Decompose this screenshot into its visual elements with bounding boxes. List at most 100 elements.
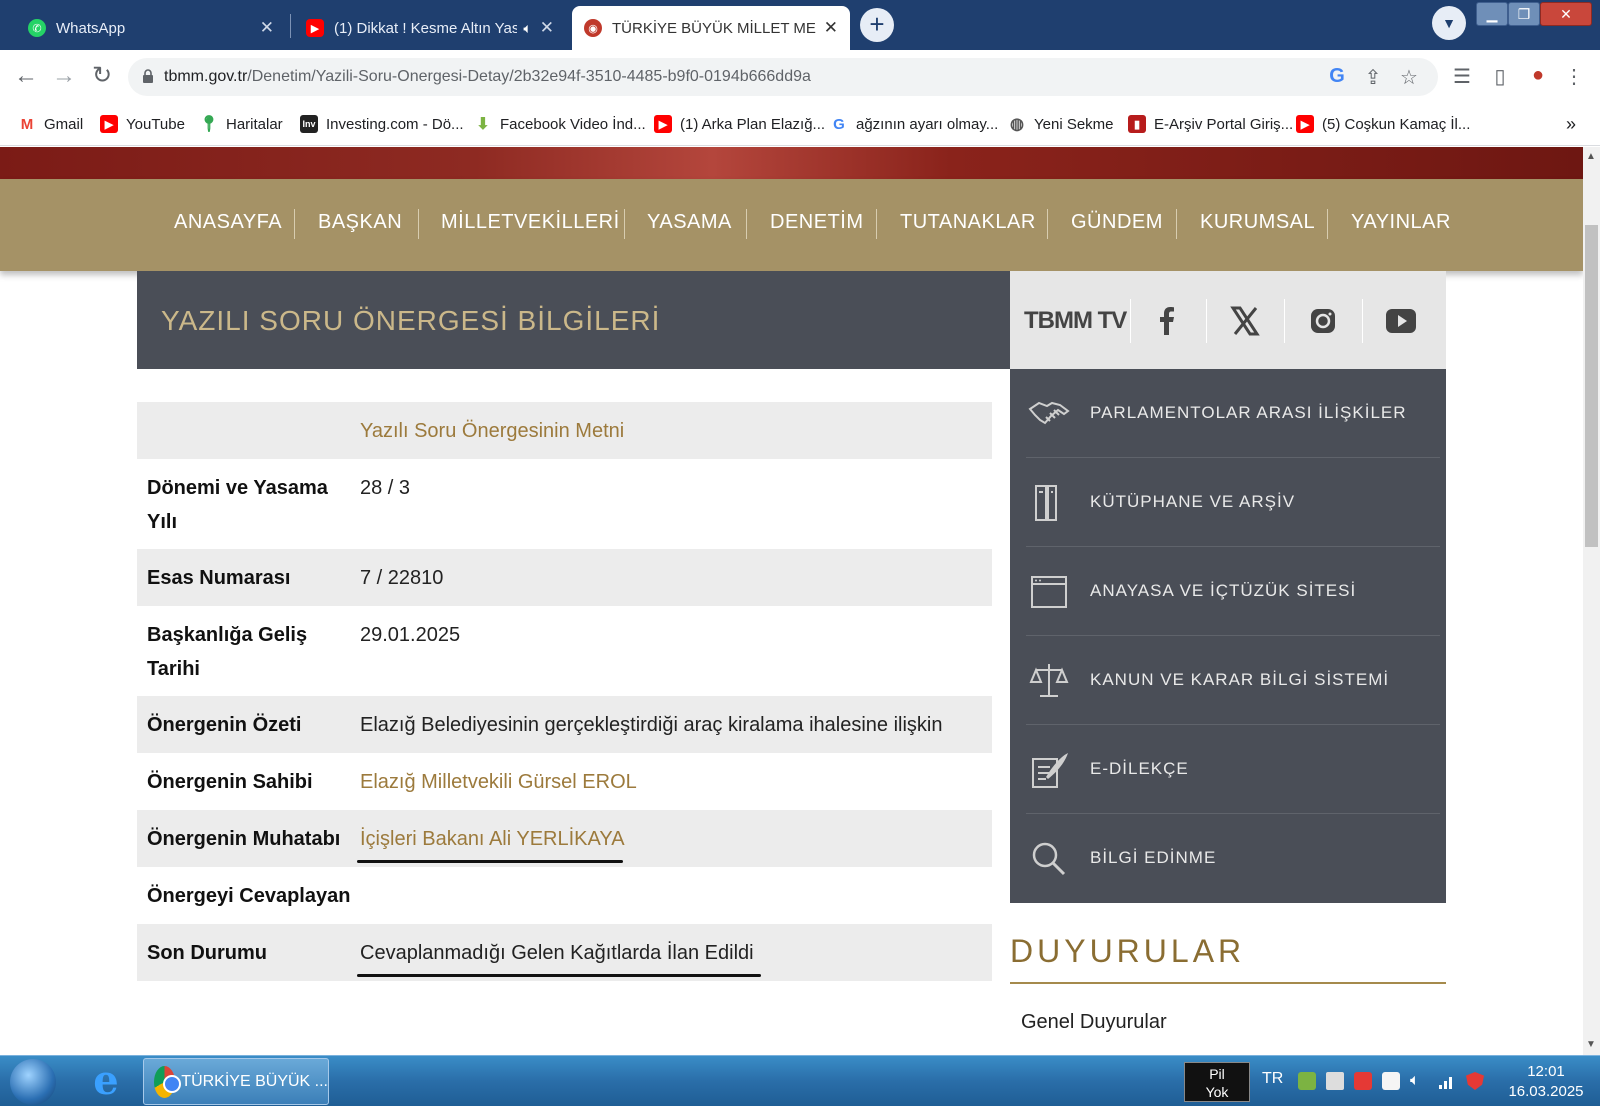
taskbar-window-label: TÜRKİYE BÜYÜK ... (181, 1072, 328, 1090)
link-kutuphane-arsiv[interactable]: KÜTÜPHANE VE ARŞİV (1026, 458, 1440, 547)
youtube-icon[interactable] (1381, 301, 1421, 341)
bookmark-coskun-kamac[interactable]: ▶ (5) Coşkun Kamaç İl... (1296, 112, 1470, 136)
address-bar[interactable]: tbmm.gov.tr/Denetim/Yazili-Soru-Onergesi… (128, 58, 1438, 96)
general-announcements-link[interactable]: Genel Duyurular (1021, 1011, 1167, 1034)
bookmark-label: E-Arşiv Portal Giriş... (1154, 115, 1294, 133)
share-icon[interactable]: ⇪ (1360, 65, 1386, 90)
nav-kurumsal[interactable]: KURUMSAL (1200, 211, 1315, 234)
tray-network-adapter-icon[interactable] (1326, 1072, 1344, 1090)
nav-separator (876, 209, 877, 239)
maps-icon: 📍︎ (198, 115, 220, 133)
bookmark-youtube[interactable]: ▶ YouTube (100, 112, 185, 136)
scroll-up-arrow[interactable]: ▲ (1586, 151, 1596, 162)
speaker-icon[interactable]: 🔈︎ (523, 20, 531, 37)
bookmark-label: ağzının ayarı olmay... (856, 115, 999, 133)
maximize-button[interactable]: ❐ (1508, 2, 1540, 26)
tray-antivirus-icon[interactable] (1354, 1072, 1372, 1090)
tab-tbmm[interactable]: ◉ TÜRKİYE BÜYÜK MİLLET MECLİSİ ✕ (572, 6, 850, 50)
bookmark-label: Facebook Video İnd... (500, 115, 646, 133)
x-icon[interactable] (1225, 301, 1265, 341)
nav-yayinlar[interactable]: YAYINLAR (1351, 211, 1451, 234)
announcements-divider (1010, 982, 1446, 984)
bookmark-label: (5) Coşkun Kamaç İl... (1322, 115, 1471, 133)
bookmark-earsiv[interactable]: ▮ E-Arşiv Portal Giriş... (1128, 112, 1293, 136)
language-indicator[interactable]: TR (1262, 1070, 1283, 1088)
minimize-button[interactable]: ▁ (1476, 2, 1508, 26)
bookmark-gmail[interactable]: M Gmail (18, 112, 83, 136)
shield-icon[interactable] (1466, 1072, 1484, 1090)
new-tab-button[interactable]: + (860, 8, 894, 42)
bookmark-facebook-video[interactable]: ⬇ Facebook Video İnd... (474, 112, 646, 136)
proposal-text-link[interactable]: Yazılı Soru Önergesinin Metni (360, 414, 624, 448)
scrollbar-thumb[interactable] (1585, 225, 1598, 547)
row-value: Elazığ Belediyesinin gerçekleştirdiği ar… (360, 714, 943, 736)
bookmark-label: YouTube (126, 115, 185, 133)
bookmark-label: Investing.com - Dö... (326, 115, 464, 133)
nav-baskan[interactable]: BAŞKAN (318, 211, 402, 234)
main-navigation: ANASAYFA BAŞKAN MİLLETVEKİLLERİ YASAMA D… (0, 179, 1583, 271)
table-row: Esas Numarası 7 / 22810 (137, 549, 992, 606)
nav-yasama[interactable]: YASAMA (647, 211, 732, 234)
proposal-addressee-link[interactable]: İçişleri Bakanı Ali YERLİKAYA (360, 822, 625, 856)
proposal-owner-link[interactable]: Elazığ Milletvekili Gürsel EROL (360, 765, 637, 799)
magnifier-icon (1032, 842, 1066, 876)
link-anayasa-ictuzuk[interactable]: ANAYASA VE İÇTÜZÜK SİTESİ (1026, 547, 1440, 636)
bookmark-haritalar[interactable]: 📍︎ Haritalar (198, 112, 283, 136)
link-kanun-karar[interactable]: KANUN VE KARAR BİLGİ SİSTEMİ (1026, 636, 1440, 725)
row-label: Son Durumu (147, 942, 267, 964)
bookmark-google-search[interactable]: Gağzının ayarı olmay... (830, 112, 998, 136)
tray-device-icon[interactable] (1382, 1072, 1400, 1090)
tray-app-icon[interactable] (1298, 1072, 1316, 1090)
reload-button[interactable]: ↻ (86, 60, 118, 92)
taskbar-chrome-window[interactable]: TÜRKİYE BÜYÜK ... (143, 1058, 329, 1105)
instagram-icon[interactable] (1303, 301, 1343, 341)
signal-icon[interactable] (1438, 1072, 1456, 1090)
forward-button[interactable]: → (48, 60, 80, 92)
tab-youtube-video[interactable]: ▶ (1) Dikkat ! Kesme Altın Yasal 🔈︎ ✕ (294, 6, 566, 50)
battery-status[interactable]: Pil Yok (1184, 1062, 1250, 1102)
page-scrollbar[interactable]: ▲ ▼ (1583, 147, 1600, 1055)
close-tab-icon[interactable]: ✕ (260, 18, 274, 38)
link-parlamentolar-arasi[interactable]: PARLAMENTOLAR ARASI İLİŞKİLER (1026, 369, 1440, 458)
bookmark-arka-plan[interactable]: ▶ (1) Arka Plan Elazığ... (654, 112, 825, 136)
nav-gundem[interactable]: GÜNDEM (1071, 211, 1163, 234)
scroll-down-arrow[interactable]: ▼ (1586, 1039, 1596, 1050)
menu-icon[interactable]: ⋮ (1560, 64, 1588, 89)
close-tab-icon[interactable]: ✕ (824, 18, 838, 38)
reading-list-icon[interactable]: ☰ (1448, 64, 1476, 89)
facebook-icon[interactable] (1147, 301, 1187, 341)
profile-avatar[interactable]: ● (1524, 64, 1552, 87)
internet-explorer-icon[interactable]: e (84, 1059, 128, 1103)
nav-separator (1176, 209, 1177, 239)
bookmarks-overflow-button[interactable]: » (1566, 112, 1576, 136)
bookmark-investing[interactable]: Inv Investing.com - Dö... (300, 112, 464, 136)
google-translate-icon[interactable]: G (1324, 65, 1350, 88)
tab-search-button[interactable]: ▼ (1432, 6, 1466, 40)
close-tab-icon[interactable]: ✕ (540, 18, 554, 38)
bookmark-star-icon[interactable]: ☆ (1396, 65, 1422, 90)
table-row: Önergenin Sahibi Elazığ Milletvekili Gür… (137, 753, 992, 810)
nav-denetim[interactable]: DENETİM (770, 211, 864, 234)
link-label: KANUN VE KARAR BİLGİ SİSTEMİ (1090, 670, 1390, 689)
link-e-dilekce[interactable]: E-DİLEKÇE (1026, 725, 1440, 814)
system-clock[interactable]: 12:01 16.03.2025 (1502, 1062, 1590, 1102)
nav-tutanaklar[interactable]: TUTANAKLAR (900, 211, 1036, 234)
bookmark-yeni-sekme[interactable]: ◍ Yeni Sekme (1008, 112, 1114, 136)
side-panel-icon[interactable]: ▯ (1486, 64, 1514, 89)
link-bilgi-edinme[interactable]: BİLGİ EDİNME (1026, 814, 1440, 903)
tab-whatsapp[interactable]: ✆ WhatsApp ✕ (16, 6, 286, 50)
bookmarks-bar: M Gmail ▶ YouTube 📍︎ Haritalar Inv Investing… (0, 102, 1600, 146)
lock-icon[interactable] (142, 68, 154, 84)
page-title: YAZILI SORU ÖNERGESİ BİLGİLERİ (161, 305, 661, 336)
start-button[interactable] (10, 1059, 56, 1105)
clock-date: 16.03.2025 (1508, 1083, 1584, 1100)
nav-milletvekilleri[interactable]: MİLLETVEKİLLERİ (441, 211, 620, 234)
gmail-icon: M (18, 115, 36, 133)
close-window-button[interactable]: ✕ (1540, 2, 1592, 26)
bookmark-label: Yeni Sekme (1034, 115, 1114, 133)
back-button[interactable]: ← (10, 60, 42, 92)
info-section-header: YAZILI SORU ÖNERGESİ BİLGİLERİ (137, 271, 1010, 369)
volume-icon[interactable]: 🔈︎ (1410, 1072, 1428, 1090)
nav-anasayfa[interactable]: ANASAYFA (174, 211, 282, 234)
tbmm-tv-link[interactable]: TBMM TV (1024, 307, 1127, 335)
